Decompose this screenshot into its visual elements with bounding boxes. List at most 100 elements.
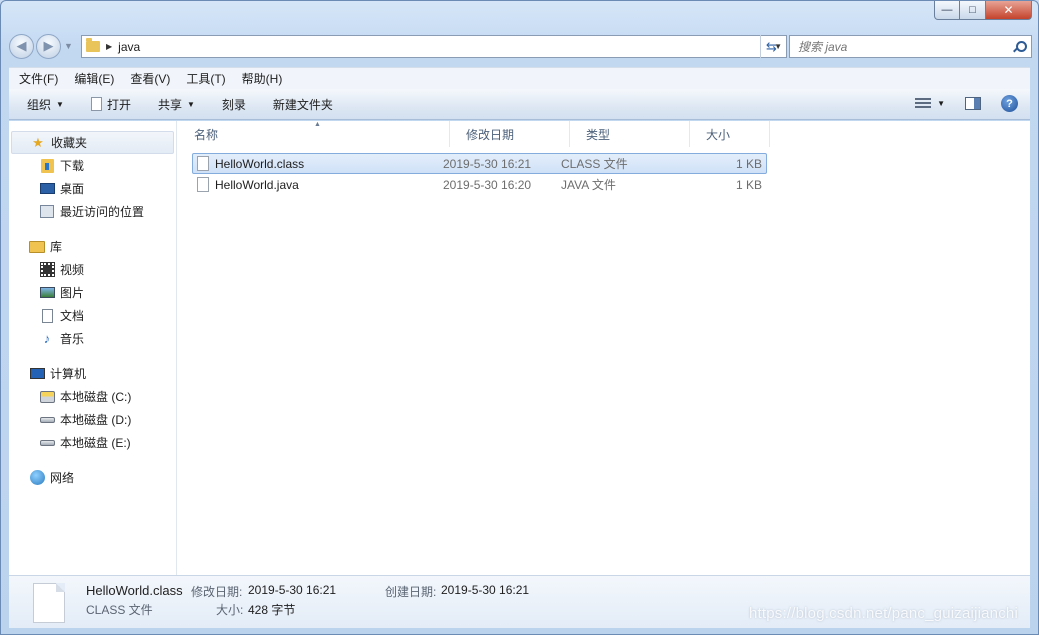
back-arrow-icon: ◀ [16, 38, 27, 53]
address-row: ◀ ▶ ▼ ▶ java ▼ ⇆ [9, 31, 1032, 61]
column-size[interactable]: 大小 [690, 121, 770, 147]
breadcrumb-java[interactable]: java [118, 40, 140, 54]
preview-pane-icon[interactable] [965, 97, 981, 110]
nav-label: 本地磁盘 (E:) [60, 436, 131, 450]
burn-button[interactable]: 刻录 [222, 96, 246, 113]
recent-places-icon [40, 205, 54, 218]
nav-drive-d[interactable]: 本地磁盘 (D:) [9, 408, 176, 431]
search-icon[interactable] [1013, 40, 1027, 53]
organize-button[interactable]: 组织 ▼ [27, 96, 64, 113]
burn-label: 刻录 [221, 97, 246, 112]
star-icon: ★ [32, 134, 44, 150]
breadcrumb-chevron-icon[interactable]: ▶ [106, 42, 112, 51]
view-controls: ▼ ? [915, 95, 1018, 112]
view-dropdown-icon[interactable]: ▼ [937, 99, 945, 108]
pictures-icon [39, 287, 55, 298]
document-icon [90, 97, 102, 111]
details-size-label: 大小: [216, 603, 244, 617]
nav-label: 下载 [60, 159, 85, 173]
menu-bar: 文件(F) 编辑(E) 查看(V) 工具(T) 帮助(H) [9, 67, 1030, 89]
view-details-icon[interactable] [915, 97, 932, 110]
nav-favorites[interactable]: ★ 收藏夹 [11, 131, 174, 154]
new-folder-button[interactable]: 新建文件夹 [273, 96, 333, 113]
refresh-button[interactable]: ⇆ [760, 35, 782, 58]
drive-icon [39, 416, 55, 423]
nav-libraries[interactable]: 库 [9, 235, 176, 258]
details-created-value: 2019-5-30 16:21 [441, 583, 530, 597]
details-modified-label: 修改日期: [191, 585, 243, 599]
nav-label: 库 [50, 240, 63, 254]
nav-label: 计算机 [50, 367, 87, 381]
file-name: HelloWorld.class [215, 156, 305, 171]
nav-documents[interactable]: 文档 [9, 304, 176, 327]
menu-file[interactable]: 文件(F) [19, 70, 58, 87]
explorer-window: — □ ✕ ◀ ▶ ▼ ▶ java ▼ ⇆ 文件(F) 编辑(E) 查看(V)… [0, 0, 1039, 635]
help-icon[interactable]: ? [1001, 95, 1018, 112]
share-button[interactable]: 共享 ▼ [158, 96, 195, 113]
details-filename: HelloWorld.class [86, 583, 183, 598]
nav-network[interactable]: 网络 [9, 466, 176, 489]
open-button[interactable]: 打开 [90, 96, 131, 113]
maximize-button[interactable]: □ [960, 1, 986, 20]
details-created-label: 创建日期: [385, 585, 437, 599]
file-type: JAVA 文件 [561, 178, 616, 192]
file-row[interactable]: HelloWorld.class 2019-5-30 16:21 CLASS 文… [192, 153, 767, 174]
nav-music[interactable]: ♪ 音乐 [9, 327, 176, 350]
system-drive-icon [39, 390, 55, 403]
folder-icon [86, 38, 100, 52]
nav-label: 视频 [60, 263, 85, 277]
menu-edit[interactable]: 编辑(E) [74, 70, 114, 87]
search-input[interactable] [798, 39, 998, 54]
sort-ascending-icon: ▲ [314, 121, 321, 128]
nav-drive-e[interactable]: 本地磁盘 (E:) [9, 431, 176, 454]
new-folder-label: 新建文件夹 [272, 97, 333, 112]
address-bar[interactable]: ▶ java ▼ [81, 35, 787, 58]
recent-pages-dropdown-icon[interactable]: ▼ [64, 41, 73, 51]
column-modified[interactable]: 修改日期 [450, 121, 570, 147]
refresh-icon: ⇆ [766, 38, 777, 54]
nav-videos[interactable]: 视频 [9, 258, 176, 281]
caption-buttons: — □ ✕ [934, 1, 1032, 20]
nav-label: 收藏夹 [51, 136, 88, 150]
nav-label: 图片 [60, 286, 85, 300]
menu-help[interactable]: 帮助(H) [242, 70, 283, 87]
nav-downloads[interactable]: 下载 [9, 154, 176, 177]
nav-recent-places[interactable]: 最近访问的位置 [9, 200, 176, 223]
search-box[interactable] [789, 35, 1032, 58]
nav-desktop[interactable]: 桌面 [9, 177, 176, 200]
organize-label: 组织 [27, 97, 52, 112]
file-thumbnail-icon [33, 583, 65, 623]
minimize-button[interactable]: — [934, 1, 960, 20]
nav-drive-c[interactable]: 本地磁盘 (C:) [9, 385, 176, 408]
details-filetype: CLASS 文件 [86, 603, 153, 617]
file-list: ▲ 名称 修改日期 类型 大小 HelloWorld.class 2019-5-… [178, 121, 1030, 575]
file-modified: 2019-5-30 16:21 [443, 156, 532, 171]
column-type[interactable]: 类型 [570, 121, 690, 147]
nav-label: 最近访问的位置 [60, 205, 145, 219]
file-size: 1 KB [735, 156, 762, 171]
column-headers: ▲ 名称 修改日期 类型 大小 [178, 121, 1030, 147]
command-bar: 组织 ▼ 打开 共享 ▼ 刻录 新建文件夹 ▼ ? [9, 89, 1030, 120]
details-pane: HelloWorld.class CLASS 文件 修改日期: 2019-5-3… [9, 575, 1030, 628]
nav-pictures[interactable]: 图片 [9, 281, 176, 304]
file-size: 1 KB [735, 177, 762, 192]
desktop-icon [39, 183, 55, 194]
nav-label: 本地磁盘 (D:) [60, 413, 132, 427]
nav-label: 本地磁盘 (C:) [60, 390, 132, 404]
open-label: 打开 [106, 97, 131, 112]
details-size-value: 428 字节 [248, 603, 296, 617]
forward-button[interactable]: ▶ [36, 33, 61, 59]
back-button[interactable]: ◀ [9, 33, 34, 59]
video-icon [39, 262, 55, 277]
watermark: https://blog.csdn.net/panc_guizaijianchi [748, 605, 1018, 622]
file-row[interactable]: HelloWorld.java 2019-5-30 16:20 JAVA 文件 … [192, 174, 767, 195]
file-name: HelloWorld.java [215, 177, 299, 192]
menu-tools[interactable]: 工具(T) [186, 70, 225, 87]
file-icon [197, 156, 209, 171]
close-button[interactable]: ✕ [986, 1, 1032, 20]
downloads-folder-icon [40, 158, 54, 173]
nav-label: 桌面 [60, 182, 85, 196]
nav-computer[interactable]: 计算机 [9, 362, 176, 385]
network-globe-icon [29, 470, 45, 485]
menu-view[interactable]: 查看(V) [130, 70, 170, 87]
